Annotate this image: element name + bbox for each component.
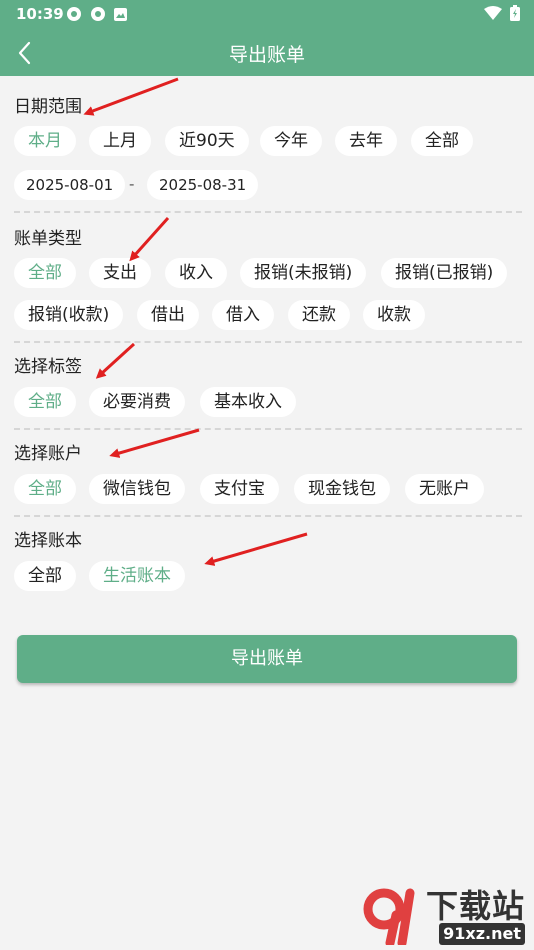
- section-divider: [14, 211, 522, 213]
- app-notification-icon: [67, 7, 81, 21]
- end-date-field[interactable]: 2025-08-31: [147, 170, 259, 200]
- date-separator: -: [129, 175, 135, 193]
- bill-type-label: 账单类型: [14, 229, 82, 249]
- account-chip-wechat[interactable]: 微信钱包: [89, 474, 185, 504]
- date-chip-this-month[interactable]: 本月: [14, 126, 76, 156]
- annotation-arrow: [95, 342, 136, 379]
- account-chip-alipay[interactable]: 支付宝: [200, 474, 279, 504]
- account-label: 选择账户: [14, 444, 82, 464]
- account-chip-none[interactable]: 无账户: [405, 474, 484, 504]
- type-chip-expense[interactable]: 支出: [89, 258, 151, 288]
- section-divider: [14, 428, 522, 430]
- watermark-logo-icon: [363, 888, 415, 945]
- date-range-label: 日期范围: [14, 97, 82, 117]
- watermark-text: 下载站 91xz.net: [426, 887, 526, 945]
- book-chip-life[interactable]: 生活账本: [89, 561, 185, 591]
- date-chip-this-year[interactable]: 今年: [260, 126, 322, 156]
- date-chip-last-month[interactable]: 上月: [89, 126, 151, 156]
- watermark: 下载站 91xz.net: [360, 885, 526, 945]
- type-chip-reimburse-received[interactable]: 报销(收款): [14, 300, 124, 330]
- app-bar: 导出账单: [0, 28, 534, 76]
- wifi-icon: [484, 6, 502, 20]
- book-chip-all[interactable]: 全部: [14, 561, 76, 591]
- date-chip-last-90-days[interactable]: 近90天: [165, 126, 249, 156]
- type-chip-income[interactable]: 收入: [165, 258, 227, 288]
- status-notification-icons: [66, 6, 127, 22]
- type-chip-repay[interactable]: 还款: [288, 300, 350, 330]
- status-bar: 10:39: [0, 0, 534, 28]
- date-chip-last-year[interactable]: 去年: [335, 126, 397, 156]
- watermark-url: 91xz.net: [439, 923, 526, 945]
- status-system-icons: [484, 5, 520, 21]
- image-notification-icon: [114, 7, 127, 21]
- account-chip-all[interactable]: 全部: [14, 474, 76, 504]
- section-divider: [14, 341, 522, 343]
- annotation-arrow: [109, 428, 200, 458]
- section-divider: [14, 515, 522, 517]
- type-chip-reimburse-done[interactable]: 报销(已报销): [381, 258, 508, 288]
- type-chip-all[interactable]: 全部: [14, 258, 76, 288]
- status-time: 10:39: [16, 5, 64, 23]
- app-notification-icon: [91, 7, 105, 21]
- date-chip-all[interactable]: 全部: [411, 126, 473, 156]
- annotation-arrow: [204, 532, 308, 566]
- type-chip-borrow[interactable]: 借入: [212, 300, 274, 330]
- type-chip-reimburse-pending[interactable]: 报销(未报销): [240, 258, 367, 288]
- tag-label: 选择标签: [14, 357, 82, 377]
- tag-chip-all[interactable]: 全部: [14, 387, 76, 417]
- tag-chip-necessary[interactable]: 必要消费: [89, 387, 185, 417]
- battery-icon: [510, 5, 520, 21]
- type-chip-collect[interactable]: 收款: [363, 300, 425, 330]
- account-chip-cash[interactable]: 现金钱包: [294, 474, 390, 504]
- page-title: 导出账单: [228, 44, 305, 66]
- tag-chip-basic-income[interactable]: 基本收入: [200, 387, 296, 417]
- export-bill-button[interactable]: 导出账单: [17, 635, 517, 683]
- annotation-arrow: [129, 216, 170, 262]
- book-label: 选择账本: [14, 531, 82, 551]
- annotation-arrow: [83, 77, 179, 116]
- watermark-brand: 下载站: [426, 887, 526, 925]
- start-date-field[interactable]: 2025-08-01: [14, 170, 126, 200]
- type-chip-lend[interactable]: 借出: [137, 300, 199, 330]
